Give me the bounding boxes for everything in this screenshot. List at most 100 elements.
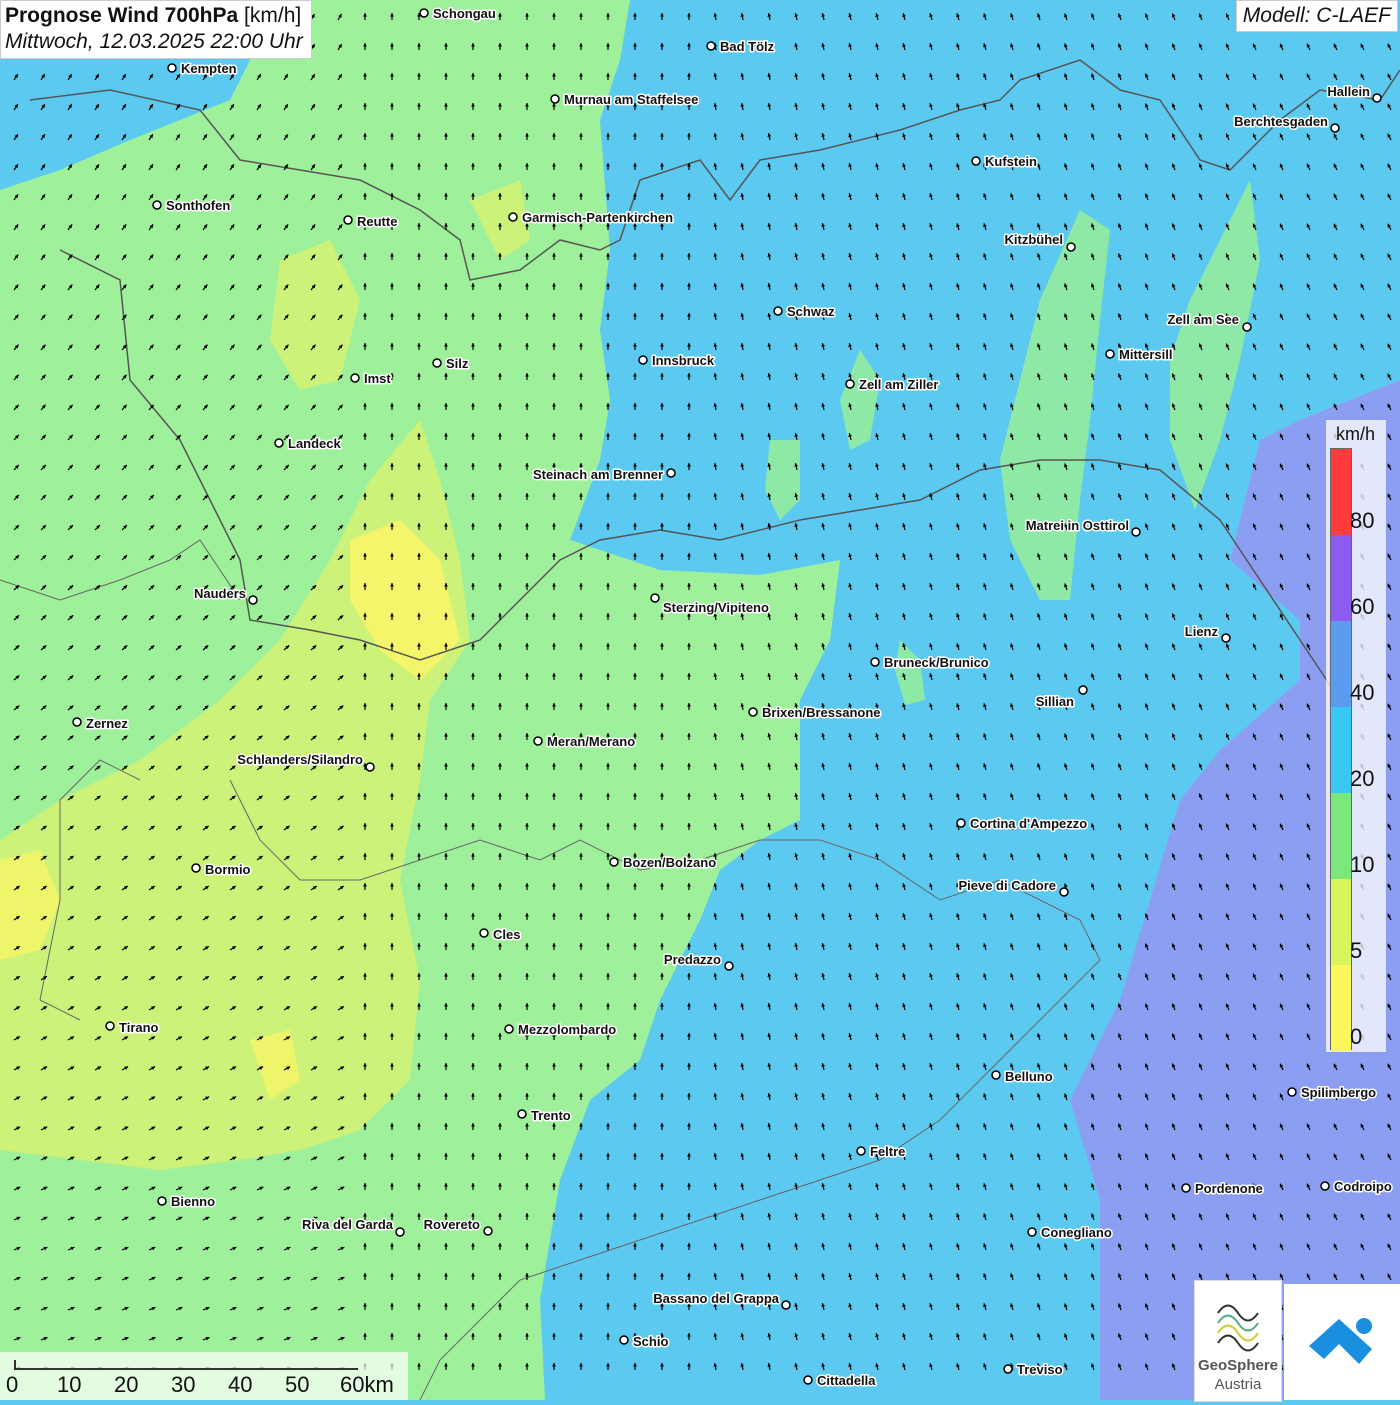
city-label: Zell am See <box>1167 312 1239 327</box>
legend-tick-label: 5 <box>1350 938 1363 963</box>
city-marker[interactable] <box>781 1300 791 1310</box>
city-label: Kitzbühel <box>1005 232 1064 247</box>
city-label: Feltre <box>870 1144 905 1159</box>
city-label: Tirano <box>119 1020 159 1035</box>
legend-segment <box>1331 879 1351 965</box>
wind-map: Schongau Bad Tölz Kempten Murnau am Staffel… <box>0 0 1400 1400</box>
city-marker[interactable] <box>991 1070 1001 1080</box>
city-label: Rovereto <box>424 1217 480 1232</box>
title-main: Prognose Wind 700hPa [km/h] <box>5 4 303 28</box>
city-label: Innsbruck <box>652 353 715 368</box>
city-marker[interactable] <box>748 707 758 717</box>
city-marker[interactable] <box>971 156 981 166</box>
city-marker[interactable] <box>619 1335 629 1345</box>
city-marker[interactable] <box>517 1109 527 1119</box>
scale-label: 20 <box>114 1372 139 1397</box>
geosphere-logo[interactable]: GeoSphere Austria <box>1194 1280 1282 1402</box>
city-label: Trento <box>531 1108 571 1123</box>
legend-tick-label: 10 <box>1350 852 1375 877</box>
city-label: Schlanders/Silandro <box>237 752 363 767</box>
city-label: Belluno <box>1005 1069 1053 1084</box>
city-marker[interactable] <box>1221 633 1231 643</box>
legend-segment <box>1331 965 1351 1051</box>
city-label: Schwaz <box>787 304 835 319</box>
city-marker[interactable] <box>650 593 660 603</box>
city-marker[interactable] <box>1372 93 1382 103</box>
city-label: Treviso <box>1017 1362 1063 1377</box>
legend-tick-label: 60 <box>1350 594 1375 619</box>
city-marker[interactable] <box>350 373 360 383</box>
weather-app-icon[interactable] <box>1284 1284 1400 1400</box>
city-marker[interactable] <box>638 355 648 365</box>
city-marker[interactable] <box>508 212 518 222</box>
model-label: Modell: C-LAEF <box>1235 0 1398 32</box>
city-marker[interactable] <box>845 379 855 389</box>
legend-unit: km/h <box>1336 424 1376 444</box>
city-marker[interactable] <box>724 961 734 971</box>
city-marker[interactable] <box>956 818 966 828</box>
city-marker[interactable] <box>856 1146 866 1156</box>
city-label: Cittadella <box>817 1373 876 1388</box>
city-marker[interactable] <box>432 358 442 368</box>
city-marker[interactable] <box>274 438 284 448</box>
city-marker[interactable] <box>248 595 258 605</box>
city-marker[interactable] <box>1003 1364 1013 1374</box>
legend-tick-label: 80 <box>1350 508 1375 533</box>
city-marker[interactable] <box>1027 1227 1037 1237</box>
city-marker[interactable] <box>72 717 82 727</box>
city-label: Riva del Garda <box>302 1217 394 1232</box>
city-marker[interactable] <box>1131 527 1141 537</box>
city-marker[interactable] <box>1287 1087 1297 1097</box>
city-marker[interactable] <box>1105 349 1115 359</box>
legend-segment <box>1331 621 1351 707</box>
city-marker[interactable] <box>1320 1181 1330 1191</box>
city-marker[interactable] <box>666 468 676 478</box>
city-marker[interactable] <box>395 1227 405 1237</box>
city-marker[interactable] <box>773 306 783 316</box>
city-marker[interactable] <box>803 1375 813 1385</box>
city-marker[interactable] <box>1066 242 1076 252</box>
city-label: Pordenone <box>1195 1181 1263 1196</box>
city-marker[interactable] <box>365 762 375 772</box>
city-marker[interactable] <box>157 1196 167 1206</box>
legend-tick-label: 20 <box>1350 766 1375 791</box>
forecast-datetime: Mittwoch, 12.03.2025 22:00 Uhr <box>5 30 303 53</box>
city-marker[interactable] <box>609 857 619 867</box>
city-marker[interactable] <box>191 863 201 873</box>
city-marker[interactable] <box>1059 887 1069 897</box>
scale-line <box>14 1360 358 1370</box>
city-marker[interactable] <box>152 200 162 210</box>
city-label: Sterzing/Vipiteno <box>663 600 769 615</box>
city-label: Matrei in Osttirol <box>1026 518 1129 533</box>
legend-segment <box>1331 449 1351 535</box>
city-label: Nauders <box>194 586 246 601</box>
city-label: Zernez <box>86 716 128 731</box>
city-marker[interactable] <box>870 657 880 667</box>
city-label: Bormio <box>205 862 251 877</box>
city-marker[interactable] <box>343 215 353 225</box>
city-marker[interactable] <box>479 928 489 938</box>
city-label: Schio <box>633 1334 668 1349</box>
city-marker[interactable] <box>706 41 716 51</box>
city-marker[interactable] <box>1330 123 1340 133</box>
city-marker[interactable] <box>483 1226 493 1236</box>
city-label: Landeck <box>288 436 342 451</box>
city-marker[interactable] <box>550 94 560 104</box>
city-marker[interactable] <box>105 1021 115 1031</box>
city-marker[interactable] <box>504 1024 514 1034</box>
legend-segment <box>1331 535 1351 621</box>
city-label: Cortina d'Ampezzo <box>970 816 1087 831</box>
city-label: Mittersill <box>1119 347 1172 362</box>
city-marker[interactable] <box>1181 1183 1191 1193</box>
city-marker[interactable] <box>533 736 543 746</box>
city-marker[interactable] <box>167 63 177 73</box>
city-marker[interactable] <box>1078 685 1088 695</box>
city-label: Sillian <box>1036 694 1074 709</box>
scale-bar: 0 10 20 30 40 50 60km <box>0 1352 408 1400</box>
city-marker[interactable] <box>1242 322 1252 332</box>
city-label: Meran/Merano <box>547 734 635 749</box>
city-label: Silz <box>446 356 469 371</box>
city-label: Lienz <box>1185 624 1219 639</box>
city-marker[interactable] <box>419 8 429 18</box>
city-label: Kufstein <box>985 154 1037 169</box>
